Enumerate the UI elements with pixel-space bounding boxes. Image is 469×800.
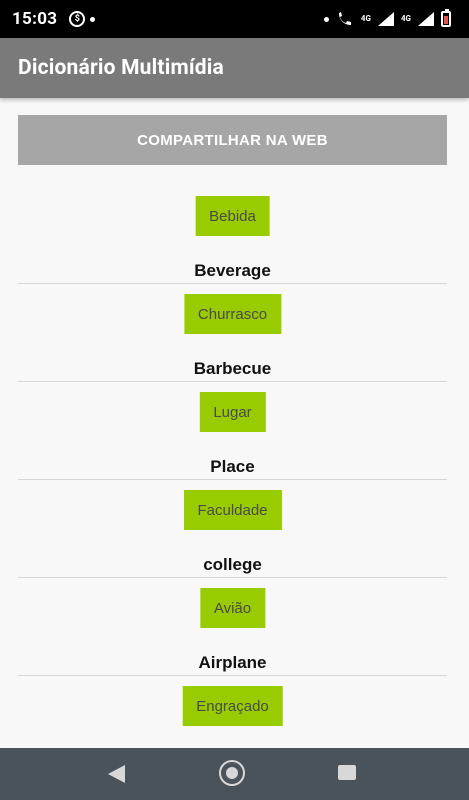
status-time: 15:03 <box>12 9 58 29</box>
word-button[interactable]: Bebida <box>195 196 270 236</box>
word-list: Bebida Beverage Churrasco Barbecue Lugar… <box>18 165 447 753</box>
wifi-call-icon <box>338 12 351 25</box>
list-item: Lugar Place <box>18 361 447 480</box>
signal-icon <box>418 12 434 26</box>
list-item: Engraçado <box>18 655 447 753</box>
word-button[interactable]: Engraçado <box>182 686 283 726</box>
list-item: Churrasco Barbecue <box>18 263 447 382</box>
word-button[interactable]: Churrasco <box>183 294 282 334</box>
home-icon[interactable] <box>219 760 245 786</box>
battery-icon <box>441 9 451 27</box>
word-button[interactable]: Avião <box>199 588 266 628</box>
network-label: 4G <box>360 14 371 23</box>
app-bar: Dicionário Multimídia <box>0 38 469 98</box>
app-title: Dicionário Multimídia <box>18 56 224 80</box>
status-left-icons: $ <box>69 11 96 27</box>
dot-icon <box>323 16 329 22</box>
signal-icon <box>377 12 394 26</box>
data-saver-icon: $ <box>69 11 86 27</box>
recents-icon[interactable] <box>338 765 356 780</box>
notification-dot-icon <box>90 16 96 22</box>
status-right-icons: 4G 4G <box>323 0 451 38</box>
status-bar: 15:03 $ 4G 4G <box>0 0 469 38</box>
word-button[interactable]: Faculdade <box>183 490 282 530</box>
share-web-button[interactable]: COMPARTILHAR NA WEB <box>18 115 447 165</box>
network-label: 4G <box>400 14 411 23</box>
list-item: Avião Airplane <box>18 557 447 676</box>
back-icon[interactable] <box>108 765 125 783</box>
list-item: Faculdade college <box>18 459 447 578</box>
list-item: Bebida Beverage <box>18 165 447 284</box>
word-button[interactable]: Lugar <box>199 392 266 432</box>
navigation-bar <box>0 748 469 800</box>
